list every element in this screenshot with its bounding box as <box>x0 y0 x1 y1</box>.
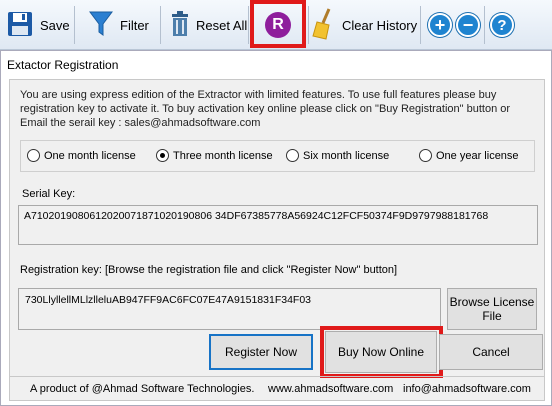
info-line: registration key to activate it. To buy … <box>20 103 511 115</box>
toolbar-separator <box>74 6 75 44</box>
toolbar: Save Filter Reset All R Clear History + … <box>0 0 552 50</box>
reset-all-label: Reset All <box>196 17 248 33</box>
footer-product: A product of @Ahmad Software Technologie… <box>30 383 255 395</box>
register-button[interactable]: R <box>265 0 291 50</box>
toolbar-separator <box>484 6 485 44</box>
question-mark-icon: ? <box>490 13 514 37</box>
trash-can-icon <box>170 10 190 41</box>
save-button[interactable]: Save <box>6 0 70 50</box>
license-type-group: One month license Three month license Si… <box>20 140 535 172</box>
clear-history-button[interactable]: Clear History <box>312 0 417 50</box>
radio-label: Three month license <box>173 149 273 162</box>
radio-three-month[interactable]: Three month license <box>156 149 273 162</box>
funnel-icon <box>88 9 114 42</box>
register-r-icon: R <box>265 12 291 38</box>
toolbar-separator <box>420 6 421 44</box>
clear-history-label: Clear History <box>342 17 418 33</box>
window-title: Extactor Registration <box>7 58 119 72</box>
radio-indicator <box>286 149 299 162</box>
serial-key-field[interactable]: A7102019080612020071871020190806 34DF673… <box>18 205 538 245</box>
radio-one-year[interactable]: One year license <box>419 149 519 162</box>
plus-icon: + <box>428 13 452 37</box>
add-button[interactable]: + <box>428 0 452 50</box>
filter-button[interactable]: Filter <box>88 0 149 50</box>
registration-key-label: Registration key: [Browse the registrati… <box>20 264 398 276</box>
toolbar-separator <box>160 6 161 44</box>
radio-indicator <box>27 149 40 162</box>
info-line: Email the serail key : sales@ahmadsoftwa… <box>20 117 261 129</box>
minus-icon: − <box>456 13 480 37</box>
registration-window: Extactor Registration You are using expr… <box>0 50 552 406</box>
cancel-button[interactable]: Cancel <box>439 334 543 370</box>
radio-indicator <box>156 149 169 162</box>
reset-all-button[interactable]: Reset All <box>170 0 247 50</box>
radio-one-month[interactable]: One month license <box>27 149 136 162</box>
toolbar-separator <box>248 6 249 44</box>
registration-panel: You are using express edition of the Ext… <box>9 79 545 401</box>
broom-icon <box>312 7 336 44</box>
toolbar-separator <box>308 6 309 44</box>
radio-indicator <box>419 149 432 162</box>
help-button[interactable]: ? <box>490 0 514 50</box>
footer-website-link[interactable]: www.ahmadsoftware.com <box>268 383 393 395</box>
radio-label: Six month license <box>303 149 390 162</box>
footer-email-link[interactable]: info@ahmadsoftware.com <box>403 383 531 395</box>
registration-key-field[interactable]: 730LlyllellMLlzlleluAB947FF9AC6FC07E47A9… <box>18 288 441 330</box>
register-now-button[interactable]: Register Now <box>209 334 313 370</box>
filter-label: Filter <box>120 17 149 33</box>
remove-button[interactable]: − <box>456 0 480 50</box>
footer: A product of @Ahmad Software Technologie… <box>10 376 544 400</box>
radio-label: One year license <box>436 149 519 162</box>
browse-license-file-button[interactable]: Browse License File <box>447 288 537 330</box>
save-label: Save <box>40 17 70 33</box>
radio-six-month[interactable]: Six month license <box>286 149 389 162</box>
floppy-disk-icon <box>6 10 34 41</box>
serial-key-label: Serial Key: <box>22 188 76 200</box>
buy-now-online-button[interactable]: Buy Now Online <box>325 331 437 373</box>
radio-label: One month license <box>44 149 136 162</box>
info-message: You are using express edition of the Ext… <box>20 88 530 130</box>
info-line: You are using express edition of the Ext… <box>20 89 497 101</box>
